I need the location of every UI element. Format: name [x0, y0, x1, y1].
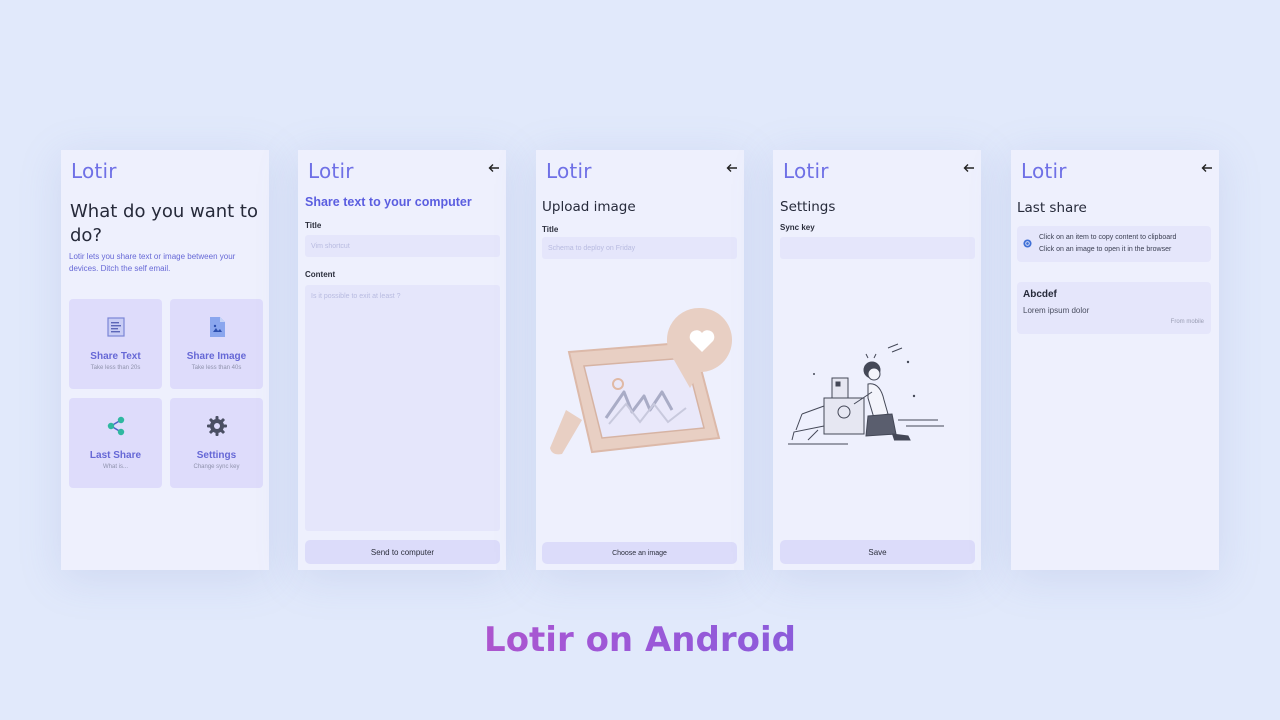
item-content: Lorem ipsum dolor	[1023, 306, 1090, 315]
home-heading: What do you want to do?	[70, 201, 258, 246]
content-textarea[interactable]: Is it possible to exit at least ?	[305, 285, 500, 531]
gear-icon	[207, 416, 227, 436]
share-image-tile[interactable]: Share Image Take less than 40s	[170, 299, 263, 389]
settings-heading: Settings	[780, 199, 836, 215]
app-logo: Lotir	[1021, 159, 1067, 183]
sync-key-label: Sync key	[780, 223, 815, 232]
tile-sub: Change sync key	[193, 464, 240, 470]
screen-share-text: Lotir Share text to your computer Title …	[298, 150, 506, 570]
back-arrow-icon[interactable]	[963, 162, 975, 174]
app-logo: Lotir	[546, 159, 592, 183]
footer-title: Lotir on Android	[0, 620, 1280, 660]
info-icon	[1023, 239, 1032, 248]
robot-and-girl-illustration	[788, 343, 944, 445]
choose-image-button[interactable]: Choose an image	[542, 542, 737, 564]
content-label: Content	[305, 270, 336, 279]
tile-label: Share Image	[186, 351, 247, 362]
item-source: From mobile	[1170, 319, 1204, 325]
back-arrow-icon[interactable]	[488, 162, 500, 174]
title-label: Title	[305, 221, 322, 230]
back-arrow-icon[interactable]	[726, 162, 738, 174]
tile-sub: What is...	[102, 464, 128, 470]
document-icon	[107, 317, 125, 337]
settings-tile[interactable]: Settings Change sync key	[170, 398, 263, 488]
send-to-computer-button[interactable]: Send to computer	[305, 540, 500, 564]
image-file-icon	[210, 317, 225, 337]
tile-label: Share Text	[90, 351, 141, 362]
last-share-heading: Last share	[1017, 200, 1087, 216]
info-line-2: Click on an image to open it in the brow…	[1039, 246, 1172, 253]
tile-label: Settings	[196, 450, 237, 461]
save-button[interactable]: Save	[780, 540, 975, 564]
screen-last-share: Lotir Last share Click on an item to cop…	[1011, 150, 1219, 570]
app-logo: Lotir	[783, 159, 829, 183]
tile-label: Last Share	[89, 450, 142, 461]
share-text-tile[interactable]: Share Text Take less than 20s	[69, 299, 162, 389]
tile-sub: Take less than 40s	[191, 365, 242, 371]
screen-upload-image: Lotir Upload image Title Schema to deplo…	[536, 150, 744, 570]
title-input[interactable]: Vim shortcut	[305, 235, 500, 257]
screen-home: Lotir What do you want to do? Lotir lets…	[61, 150, 269, 570]
app-logo: Lotir	[308, 159, 354, 183]
title-label: Title	[542, 225, 559, 234]
app-logo: Lotir	[71, 159, 117, 183]
image-frame-heart-illustration	[550, 307, 732, 455]
share-text-heading: Share text to your computer	[305, 195, 472, 209]
home-intro: Lotir lets you share text or image betwe…	[69, 252, 236, 273]
upload-heading: Upload image	[542, 199, 636, 215]
screen-settings: Lotir Settings Sync key Save	[773, 150, 981, 570]
info-banner: Click on an item to copy content to clip…	[1017, 226, 1211, 262]
share-item-card[interactable]: Abcdef Lorem ipsum dolor From mobile	[1017, 282, 1211, 334]
share-icon	[107, 416, 125, 436]
back-arrow-icon[interactable]	[1201, 162, 1213, 174]
last-share-tile[interactable]: Last Share What is...	[69, 398, 162, 488]
info-line-1: Click on an item to copy content to clip…	[1039, 234, 1177, 241]
tile-sub: Take less than 20s	[90, 365, 141, 371]
sync-key-input[interactable]	[780, 237, 975, 259]
item-title: Abcdef	[1023, 289, 1057, 300]
title-input[interactable]: Schema to deploy on Friday	[542, 237, 737, 259]
